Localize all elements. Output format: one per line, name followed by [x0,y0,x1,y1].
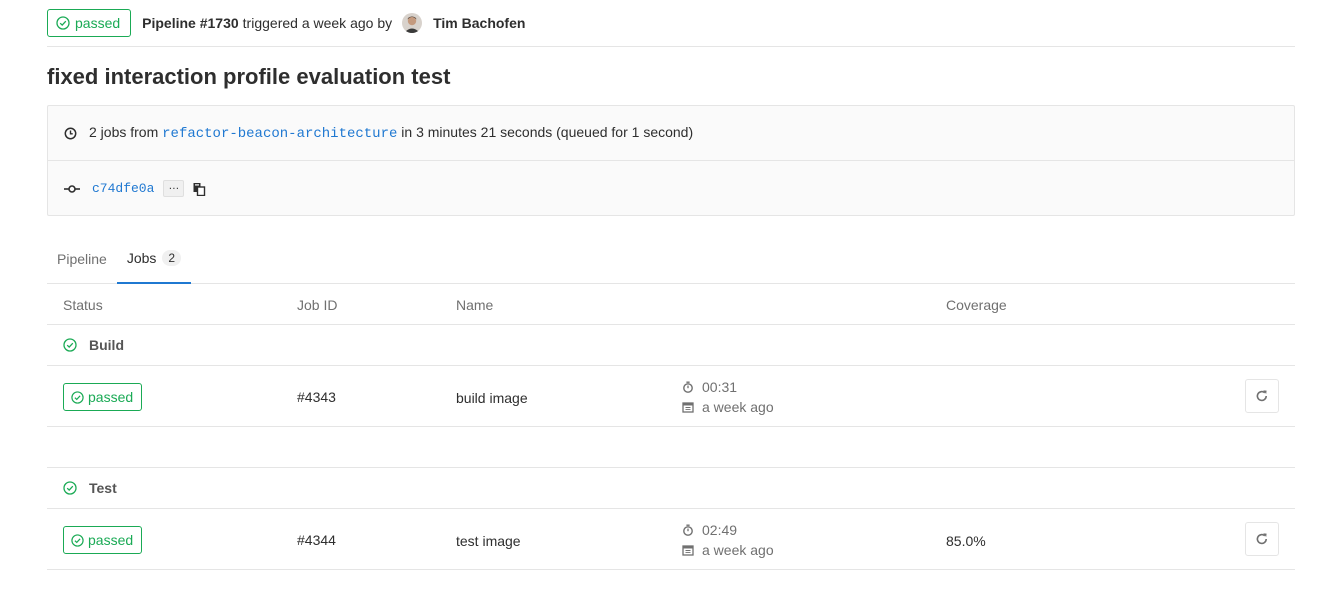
job-id-link[interactable]: #4344 [297,532,336,548]
commit-icon [64,184,80,193]
expand-commit-button[interactable]: … [163,180,185,197]
job-coverage: 85.0% [946,533,986,549]
stage-header-build: Build [63,337,124,353]
retry-button[interactable] [1245,379,1279,413]
column-header-status: Status [63,297,103,313]
stage-header-test: Test [63,480,117,496]
column-header-name: Name [456,297,494,313]
status-success-icon [71,390,84,404]
stage-name: Test [89,480,117,496]
author-name[interactable]: Tim Bachofen [433,15,525,31]
job-status-label: passed [88,389,134,405]
job-finished: a week ago [702,399,774,415]
column-header-coverage: Coverage [946,297,1007,313]
pipeline-id: Pipeline #1730 [142,15,239,31]
job-timing: 02:49 a week ago [682,520,774,560]
retry-icon [1256,533,1268,545]
job-status-label: passed [88,532,134,548]
retry-button[interactable] [1245,522,1279,556]
stage-divider [47,467,1295,468]
row-divider [47,365,1295,366]
job-name[interactable]: build image [456,390,528,406]
job-timing: 00:31 a week ago [682,377,774,417]
timer-icon [683,524,693,536]
row-divider [47,426,1295,427]
pipeline-header: passed Pipeline #1730 triggered a week a… [47,0,1295,47]
commit-row: c74dfe0a … [48,161,1294,216]
job-finished: a week ago [702,542,774,558]
triggered-text: triggered a week ago by [242,15,393,31]
tab-pipeline[interactable]: Pipeline [47,234,117,284]
commit-sha-link[interactable]: c74dfe0a [92,181,154,196]
job-id-link[interactable]: #4343 [297,389,336,405]
row-divider [47,508,1295,509]
calendar-icon [682,545,694,556]
pipeline-info-box: 2 jobs from refactor-beacon-architecture… [47,105,1295,216]
stage-name: Build [89,337,124,353]
pipeline-status-badge[interactable]: passed [47,9,132,37]
page-title: fixed interaction profile evaluation tes… [47,64,451,89]
status-success-icon [71,533,84,547]
job-status-badge[interactable]: passed [63,526,143,554]
job-duration: 00:31 [702,379,738,395]
tab-pipeline-label: Pipeline [57,251,107,267]
clock-icon [64,127,77,139]
jobs-count-text: 2 jobs from [89,124,159,140]
status-success-icon [56,16,70,30]
table-header-divider [47,324,1295,325]
row-divider [47,569,1295,570]
duration-text: in 3 minutes 21 seconds (queued for 1 se… [401,124,694,140]
tab-jobs-label: Jobs [126,250,157,266]
pipeline-status-label: passed [75,15,121,31]
pipeline-tabs: Pipeline Jobs 2 [47,234,1295,284]
timer-icon [683,381,693,393]
tab-jobs[interactable]: Jobs 2 [116,234,192,284]
status-success-icon [63,481,77,495]
copy-sha-button[interactable] [192,182,206,196]
avatar[interactable] [402,13,423,33]
jobs-count-badge: 2 [162,250,182,266]
job-name[interactable]: test image [456,533,521,549]
status-success-icon [63,338,77,352]
pipeline-summary-row: 2 jobs from refactor-beacon-architecture… [48,106,1294,161]
column-header-job-id: Job ID [297,297,338,313]
branch-link[interactable]: refactor-beacon-architecture [162,126,397,142]
retry-icon [1256,390,1268,402]
calendar-icon [682,402,694,413]
job-status-badge[interactable]: passed [63,383,143,411]
clipboard-icon [193,182,206,196]
job-duration: 02:49 [702,522,738,538]
